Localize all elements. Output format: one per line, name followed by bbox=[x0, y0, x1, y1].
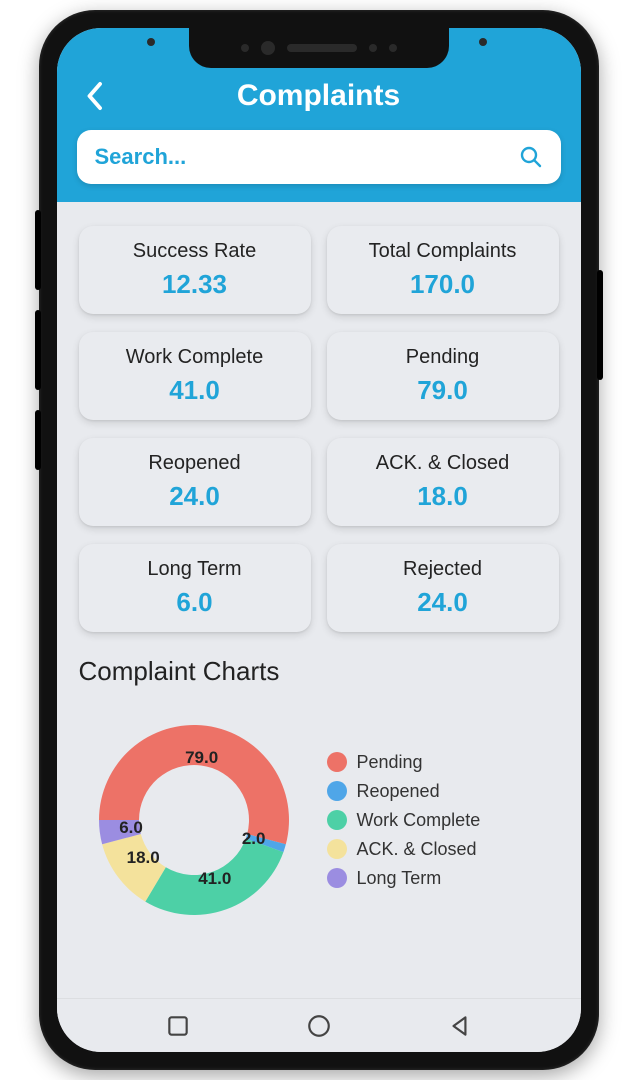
donut-value-label: 6.0 bbox=[119, 818, 143, 838]
stat-card-label: Total Complaints bbox=[335, 240, 551, 263]
stat-card[interactable]: Success Rate 12.33 bbox=[79, 226, 311, 314]
legend-label: Long Term bbox=[357, 868, 442, 889]
donut-value-label: 41.0 bbox=[198, 869, 231, 889]
stat-card[interactable]: Long Term 6.0 bbox=[79, 544, 311, 632]
stat-card-label: Reopened bbox=[87, 452, 303, 475]
circle-icon bbox=[306, 1013, 332, 1039]
legend-label: Work Complete bbox=[357, 810, 481, 831]
legend-swatch bbox=[327, 752, 347, 772]
chart-area: 79.0 2.0 41.0 18.0 6.0 Pending Reopened Work C… bbox=[79, 705, 559, 935]
legend-label: Reopened bbox=[357, 781, 440, 802]
phone-side-button bbox=[35, 410, 41, 470]
phone-notch bbox=[189, 28, 449, 68]
legend-swatch bbox=[327, 868, 347, 888]
triangle-left-icon bbox=[447, 1013, 473, 1039]
stat-card-value: 24.0 bbox=[87, 481, 303, 512]
android-navbar bbox=[57, 998, 581, 1052]
stat-card-label: Pending bbox=[335, 346, 551, 369]
page-title: Complaints bbox=[237, 79, 400, 113]
search-bar[interactable] bbox=[77, 130, 561, 184]
stat-card-value: 18.0 bbox=[335, 481, 551, 512]
stat-card-value: 12.33 bbox=[87, 269, 303, 300]
content-area: Success Rate 12.33 Total Complaints 170.0 Wo… bbox=[57, 202, 581, 998]
chevron-left-icon bbox=[85, 81, 103, 111]
nav-back-button[interactable] bbox=[440, 1006, 480, 1046]
phone-side-button bbox=[35, 210, 41, 290]
stat-card-value: 6.0 bbox=[87, 587, 303, 618]
legend-item: Work Complete bbox=[327, 810, 481, 831]
nav-recent-button[interactable] bbox=[158, 1006, 198, 1046]
legend-swatch bbox=[327, 839, 347, 859]
legend-label: ACK. & Closed bbox=[357, 839, 477, 860]
stat-card[interactable]: Rejected 24.0 bbox=[327, 544, 559, 632]
stat-card-value: 41.0 bbox=[87, 375, 303, 406]
stat-card-label: Work Complete bbox=[87, 346, 303, 369]
back-button[interactable] bbox=[77, 79, 111, 113]
nav-home-button[interactable] bbox=[299, 1006, 339, 1046]
legend-item: Long Term bbox=[327, 868, 481, 889]
legend-item: Pending bbox=[327, 752, 481, 773]
stats-grid: Success Rate 12.33 Total Complaints 170.0 Wo… bbox=[79, 226, 559, 632]
chart-legend: Pending Reopened Work Complete ACK. & Close… bbox=[327, 752, 481, 889]
stat-card[interactable]: Work Complete 41.0 bbox=[79, 332, 311, 420]
stat-card[interactable]: Total Complaints 170.0 bbox=[327, 226, 559, 314]
stat-card[interactable]: ACK. & Closed 18.0 bbox=[327, 438, 559, 526]
legend-label: Pending bbox=[357, 752, 423, 773]
legend-swatch bbox=[327, 781, 347, 801]
donut-chart: 79.0 2.0 41.0 18.0 6.0 bbox=[79, 705, 309, 935]
stat-card-label: Rejected bbox=[335, 558, 551, 581]
square-icon bbox=[165, 1013, 191, 1039]
stat-card-value: 170.0 bbox=[335, 269, 551, 300]
legend-item: ACK. & Closed bbox=[327, 839, 481, 860]
legend-item: Reopened bbox=[327, 781, 481, 802]
phone-sensor bbox=[479, 38, 487, 46]
phone-side-button bbox=[597, 270, 603, 380]
stat-card-value: 79.0 bbox=[335, 375, 551, 406]
section-title: Complaint Charts bbox=[79, 656, 559, 687]
legend-swatch bbox=[327, 810, 347, 830]
stat-card-label: Long Term bbox=[87, 558, 303, 581]
search-icon[interactable] bbox=[519, 145, 543, 169]
stat-card-label: ACK. & Closed bbox=[335, 452, 551, 475]
phone-side-button bbox=[35, 310, 41, 390]
search-input[interactable] bbox=[95, 144, 519, 170]
stat-card[interactable]: Reopened 24.0 bbox=[79, 438, 311, 526]
phone-frame: Complaints Success Rate 12.33 Total Compla… bbox=[39, 10, 599, 1070]
stat-card[interactable]: Pending 79.0 bbox=[327, 332, 559, 420]
stat-card-value: 24.0 bbox=[335, 587, 551, 618]
donut-value-label: 79.0 bbox=[185, 748, 218, 768]
donut-value-label: 2.0 bbox=[242, 829, 266, 849]
phone-sensor bbox=[147, 38, 155, 46]
donut-value-label: 18.0 bbox=[127, 848, 160, 868]
stat-card-label: Success Rate bbox=[87, 240, 303, 263]
